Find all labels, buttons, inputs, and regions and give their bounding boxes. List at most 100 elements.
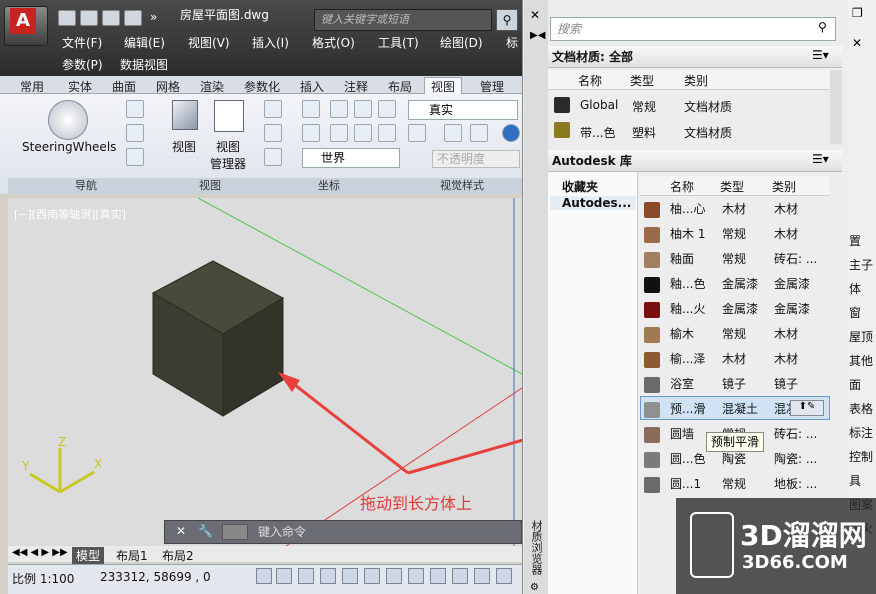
binoculars-icon[interactable]: ⚲	[496, 9, 518, 31]
material-name[interactable]: 浴室	[670, 375, 694, 392]
ucs-face-icon[interactable]	[378, 124, 396, 142]
pan-icon[interactable]	[126, 100, 144, 118]
infer-constraints-icon[interactable]	[256, 568, 272, 584]
ucs-z-icon[interactable]	[378, 100, 396, 118]
tab-layout2[interactable]: 布局2	[162, 547, 194, 564]
col-category[interactable]: 类别	[684, 72, 708, 89]
palette-autohide-icon[interactable]: ▶◀	[530, 30, 545, 41]
palette-tab[interactable]: 主子	[849, 256, 873, 273]
tab-render[interactable]: 渲染	[200, 78, 224, 95]
palette-tab[interactable]: 面	[849, 376, 861, 393]
grid-icon[interactable]	[298, 568, 314, 584]
doc-materials-header[interactable]: 文档材质: 全部	[548, 46, 842, 68]
library-header[interactable]: Autodesk 库	[548, 150, 842, 172]
palette-tab[interactable]: 置	[849, 232, 861, 249]
lineweight-icon[interactable]	[474, 568, 490, 584]
menu-format[interactable]: 格式(O)	[312, 34, 355, 51]
tab-layout1[interactable]: 布局1	[116, 547, 148, 564]
new-file-icon[interactable]	[58, 10, 76, 26]
more-quick-access-icon[interactable]: »	[150, 10, 157, 24]
tab-manage[interactable]: 管理	[480, 78, 504, 95]
steering-wheels-icon[interactable]	[48, 100, 88, 140]
material-name[interactable]: Global	[580, 98, 618, 112]
view-options-icon[interactable]: ☰▾	[812, 48, 829, 62]
view-manager-label-1[interactable]: 视图	[216, 138, 240, 155]
polar-icon[interactable]	[342, 568, 358, 584]
quick-props-icon[interactable]	[496, 568, 512, 584]
palette-tab[interactable]: 其他	[849, 352, 873, 369]
sphere-icon[interactable]	[502, 124, 520, 142]
material-name[interactable]: 釉面	[670, 250, 694, 267]
palette-tab[interactable]: 表格	[849, 400, 873, 417]
tab-model[interactable]: 模型	[72, 547, 105, 564]
material-name[interactable]: 榆...泽	[670, 350, 705, 367]
ucs-x-icon[interactable]	[330, 100, 348, 118]
palette-tab[interactable]: 具	[849, 472, 861, 489]
steering-wheels-label[interactable]: SteeringWheels	[22, 140, 116, 154]
library-view-options-icon[interactable]: ☰▾	[812, 152, 829, 166]
material-name[interactable]: 圆...1	[670, 475, 701, 492]
edge-effects-icon[interactable]	[408, 124, 426, 142]
palette-settings-icon[interactable]: ⚙	[530, 582, 539, 593]
lib-col-category[interactable]: 类别	[772, 178, 796, 195]
tab-home[interactable]: 常用	[20, 78, 44, 95]
tab-solid[interactable]: 实体	[68, 78, 92, 95]
save-as-icon[interactable]	[124, 10, 142, 26]
doc-materials-scrollbar[interactable]	[830, 70, 842, 144]
menu-view[interactable]: 视图(V)	[188, 34, 230, 51]
tab-surface[interactable]: 曲面	[112, 78, 136, 95]
col-type[interactable]: 类型	[630, 72, 654, 89]
view-button-label[interactable]: 视图	[172, 138, 196, 155]
view-cube-icon[interactable]	[172, 100, 198, 130]
window-restore-icon[interactable]: ❐	[852, 6, 863, 20]
tab-mesh[interactable]: 网格	[156, 78, 180, 95]
menu-edit[interactable]: 编辑(E)	[124, 34, 165, 51]
help-search-input[interactable]: 键入关键字或短语	[314, 9, 492, 31]
menu-data-view[interactable]: 数据视图	[120, 56, 168, 73]
zoom-icon[interactable]	[126, 148, 144, 166]
command-input[interactable]: 键入命令	[258, 523, 306, 540]
col-name[interactable]: 名称	[578, 72, 602, 89]
ucs-3point-icon[interactable]	[330, 124, 348, 142]
palette-tab[interactable]: 体	[849, 280, 861, 297]
open-file-icon[interactable]	[80, 10, 98, 26]
tab-annotate[interactable]: 注释	[344, 78, 368, 95]
menu-draw[interactable]: 绘图(D)	[440, 34, 483, 51]
ucs-prev-icon[interactable]	[302, 124, 320, 142]
tab-insert[interactable]: 插入	[300, 78, 324, 95]
menu-tools[interactable]: 工具(T)	[378, 34, 419, 51]
command-line[interactable]	[164, 520, 522, 544]
palette-tab[interactable]: 标注	[849, 424, 873, 441]
add-material-icon[interactable]: ⬆✎	[790, 400, 824, 416]
color-icon[interactable]	[470, 124, 488, 142]
3d-osnap-icon[interactable]	[386, 568, 402, 584]
osnap-icon[interactable]	[364, 568, 380, 584]
ucs-view-icon[interactable]	[264, 148, 282, 166]
tab-parametric[interactable]: 参数化	[244, 78, 280, 95]
tab-layout[interactable]: 布局	[388, 78, 412, 95]
layout-nav-arrows-icon[interactable]: ◀◀ ◀ ▶ ▶▶	[12, 547, 68, 558]
palette-tab[interactable]: 窗	[849, 304, 861, 321]
menu-insert[interactable]: 插入(I)	[252, 34, 289, 51]
otrack-icon[interactable]	[408, 568, 424, 584]
ducs-icon[interactable]	[430, 568, 446, 584]
viewport-controls-label[interactable]: [−][西南等轴测][真实]	[14, 206, 126, 222]
ortho-icon[interactable]	[320, 568, 336, 584]
menu-dimension[interactable]: 标	[506, 34, 518, 51]
view-manager-label-2[interactable]: 管理器	[210, 155, 246, 172]
save-icon[interactable]	[102, 10, 120, 26]
wrench-icon[interactable]: 🔧	[198, 524, 213, 538]
visual-style-dropdown[interactable]: 真实	[408, 100, 518, 120]
material-name[interactable]: 圆...色	[670, 450, 705, 467]
ucs-origin-icon[interactable]	[302, 100, 320, 118]
tree-favorites[interactable]: 收藏夹	[562, 178, 598, 195]
material-name[interactable]: 釉...火	[670, 300, 705, 317]
palette-close-icon[interactable]: ✕	[530, 8, 540, 22]
ucs-y-icon[interactable]	[354, 100, 372, 118]
menu-file[interactable]: 文件(F)	[62, 34, 102, 51]
ucs-icon[interactable]	[264, 100, 282, 118]
view-manager-icon[interactable]	[214, 100, 244, 132]
material-name[interactable]: 柚木 1	[670, 225, 705, 242]
material-name[interactable]: 釉...色	[670, 275, 705, 292]
dyn-icon[interactable]	[452, 568, 468, 584]
